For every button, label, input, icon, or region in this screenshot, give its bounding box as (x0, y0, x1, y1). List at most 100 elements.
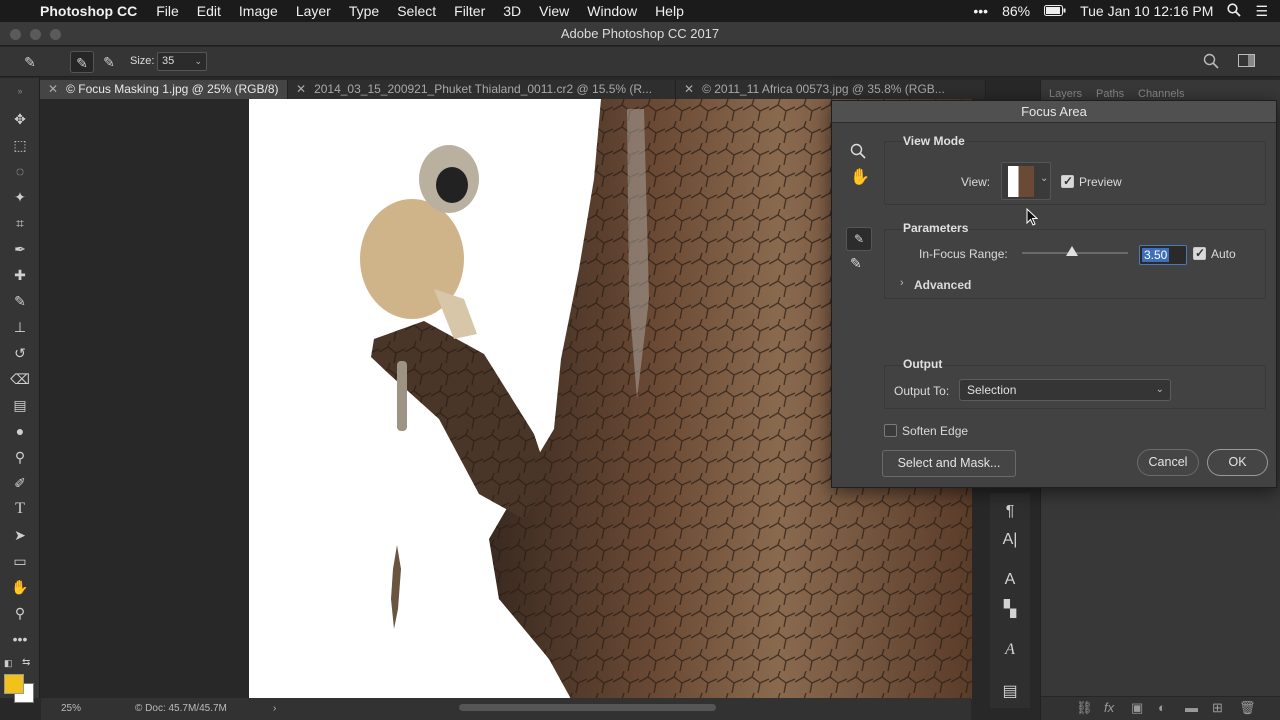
tab-channels[interactable]: Channels (1138, 88, 1184, 100)
menu-file[interactable]: File (147, 3, 188, 19)
menu-bar: Photoshop CC File Edit Image Layer Type … (0, 0, 1280, 22)
link-layers-icon[interactable]: ⛓ (1076, 700, 1093, 716)
healing-brush-tool-icon[interactable]: ✚ (6, 264, 34, 286)
disclosure-chevron-icon[interactable]: › (900, 277, 904, 289)
rectangle-tool-icon[interactable]: ▭ (6, 550, 34, 572)
app-menu[interactable]: Photoshop CC (40, 3, 137, 19)
hand-icon[interactable]: ✋ (850, 167, 870, 187)
tool-preset-picker-icon[interactable]: ✎ (18, 51, 42, 73)
delete-layer-icon[interactable]: 🗑 (1239, 700, 1256, 716)
output-to-label: Output To: (894, 384, 950, 398)
menu-layer[interactable]: Layer (287, 3, 340, 19)
in-focus-range-field[interactable]: 3.50 (1139, 245, 1187, 265)
advanced-toggle[interactable]: Advanced (914, 278, 971, 292)
menu-view[interactable]: View (530, 3, 578, 19)
paragraph-styles-icon[interactable]: ▚ (998, 599, 1022, 619)
glyphs-panel-icon[interactable]: A (998, 641, 1022, 659)
output-to-select[interactable]: Selection ⌄ (959, 379, 1171, 401)
collapse-panel-icon[interactable]: » (6, 80, 34, 102)
more-tools-icon[interactable]: ••• (6, 628, 34, 650)
tab-phuket[interactable]: ✕ 2014_03_15_200921_Phuket Thialand_0011.… (288, 80, 676, 99)
notes-panel-icon[interactable]: ▤ (998, 681, 1022, 701)
menu-edit[interactable]: Edit (188, 3, 230, 19)
zoom-tool-icon[interactable]: ⚲ (6, 602, 34, 624)
character-panel-icon[interactable]: A| (998, 531, 1022, 549)
character-styles-icon[interactable]: A (998, 571, 1022, 589)
notification-center-icon[interactable]: ☰ (1255, 3, 1268, 20)
zoom-window-button[interactable] (50, 29, 61, 40)
brush-tool-icon[interactable]: ✎ (6, 290, 34, 312)
soften-edge-checkbox[interactable] (884, 424, 897, 437)
eyedropper-tool-icon[interactable]: ✒ (6, 238, 34, 260)
tab-focus-masking[interactable]: ✕ © Focus Masking 1.jpg @ 25% (RGB/8) (40, 80, 288, 99)
blur-tool-icon[interactable]: ● (6, 420, 34, 442)
layer-style-icon[interactable]: fx (1104, 700, 1114, 715)
add-mask-icon[interactable]: ▣ (1131, 700, 1143, 716)
tab-africa[interactable]: ✕ © 2011_11 Africa 00573.jpg @ 35.8% (RGB… (676, 80, 986, 99)
clone-stamp-tool-icon[interactable]: ⊥ (6, 316, 34, 338)
paragraph-panel-icon[interactable]: ¶ (998, 503, 1022, 521)
eraser-tool-icon[interactable]: ⌫ (6, 368, 34, 390)
menu-image[interactable]: Image (230, 3, 287, 19)
pen-tool-icon[interactable]: ✐ (6, 472, 34, 494)
chevron-down-icon[interactable]: ⌄ (194, 53, 202, 70)
menu-3d[interactable]: 3D (494, 3, 530, 19)
slider-thumb[interactable] (1065, 246, 1078, 256)
more-icon[interactable]: ••• (973, 3, 988, 19)
menu-window[interactable]: Window (578, 3, 646, 19)
ok-button[interactable]: OK (1207, 449, 1268, 476)
history-brush-tool-icon[interactable]: ↺ (6, 342, 34, 364)
horizontal-scrollbar[interactable] (459, 704, 716, 711)
crop-tool-icon[interactable]: ⌗ (6, 212, 34, 234)
new-layer-icon[interactable]: ⊞ (1212, 700, 1223, 716)
status-menu-arrow-icon[interactable]: › (273, 700, 276, 718)
tab-paths[interactable]: Paths (1096, 88, 1124, 100)
default-colors-icon[interactable]: ◧ (4, 658, 13, 669)
close-tab-icon[interactable]: ✕ (684, 82, 694, 96)
close-tab-icon[interactable]: ✕ (48, 82, 58, 96)
minimize-window-button[interactable] (30, 29, 41, 40)
add-to-selection-brush-icon[interactable]: ✎ (70, 51, 94, 73)
menu-help[interactable]: Help (646, 3, 693, 19)
cancel-button[interactable]: Cancel (1137, 449, 1199, 476)
menu-type[interactable]: Type (340, 3, 388, 19)
spotlight-search-icon[interactable] (1227, 2, 1242, 20)
select-and-mask-button[interactable]: Select and Mask... (882, 450, 1016, 477)
menu-filter[interactable]: Filter (445, 3, 494, 19)
new-group-icon[interactable]: ▬ (1185, 700, 1198, 715)
preview-checkbox[interactable] (1061, 174, 1074, 188)
move-tool-icon[interactable]: ✥ (6, 108, 34, 130)
subtract-focus-area-brush-icon[interactable]: ✎ (850, 255, 862, 272)
in-focus-range-slider[interactable] (1022, 246, 1128, 256)
zoom-icon[interactable] (850, 143, 866, 162)
foreground-color-swatch[interactable] (4, 674, 24, 694)
adjustment-layer-icon[interactable]: ◐ (1158, 700, 1166, 715)
status-bar: 25% © Doc: 45.7M/45.7M › (41, 698, 971, 720)
dodge-tool-icon[interactable]: ⚲ (6, 446, 34, 468)
brush-size-field[interactable]: 35 ⌄ (157, 52, 207, 71)
search-icon[interactable] (1203, 53, 1219, 72)
swap-colors-icon[interactable]: ⇆ (22, 657, 30, 668)
tab-layers[interactable]: Layers (1049, 88, 1082, 100)
menu-select[interactable]: Select (388, 3, 445, 19)
brush-size-value: 35 (162, 55, 175, 67)
magic-wand-tool-icon[interactable]: ✦ (6, 186, 34, 208)
auto-label: Auto (1211, 247, 1236, 261)
path-selection-tool-icon[interactable]: ➤ (6, 524, 34, 546)
battery-icon[interactable] (1044, 3, 1066, 19)
subtract-from-selection-brush-icon[interactable]: ✎ (97, 51, 121, 73)
close-window-button[interactable] (10, 29, 21, 40)
gradient-tool-icon[interactable]: ▤ (6, 394, 34, 416)
zoom-level[interactable]: 25% (61, 700, 81, 718)
lasso-tool-icon[interactable]: ◌ (6, 160, 34, 182)
workspace-switcher-icon[interactable] (1238, 54, 1256, 71)
view-mode-dropdown[interactable]: ⌄ (1001, 162, 1051, 200)
type-tool-icon[interactable]: T (6, 498, 34, 520)
hand-tool-icon[interactable]: ✋ (6, 576, 34, 598)
marquee-tool-icon[interactable]: ⬚ (6, 134, 34, 156)
add-focus-area-brush-icon[interactable]: ✎ (846, 227, 872, 251)
auto-checkbox[interactable] (1193, 246, 1206, 260)
tab-label: 2014_03_15_200921_Phuket Thialand_0011.c… (314, 82, 653, 96)
clock[interactable]: Tue Jan 10 12:16 PM (1080, 3, 1213, 19)
close-tab-icon[interactable]: ✕ (296, 82, 306, 96)
